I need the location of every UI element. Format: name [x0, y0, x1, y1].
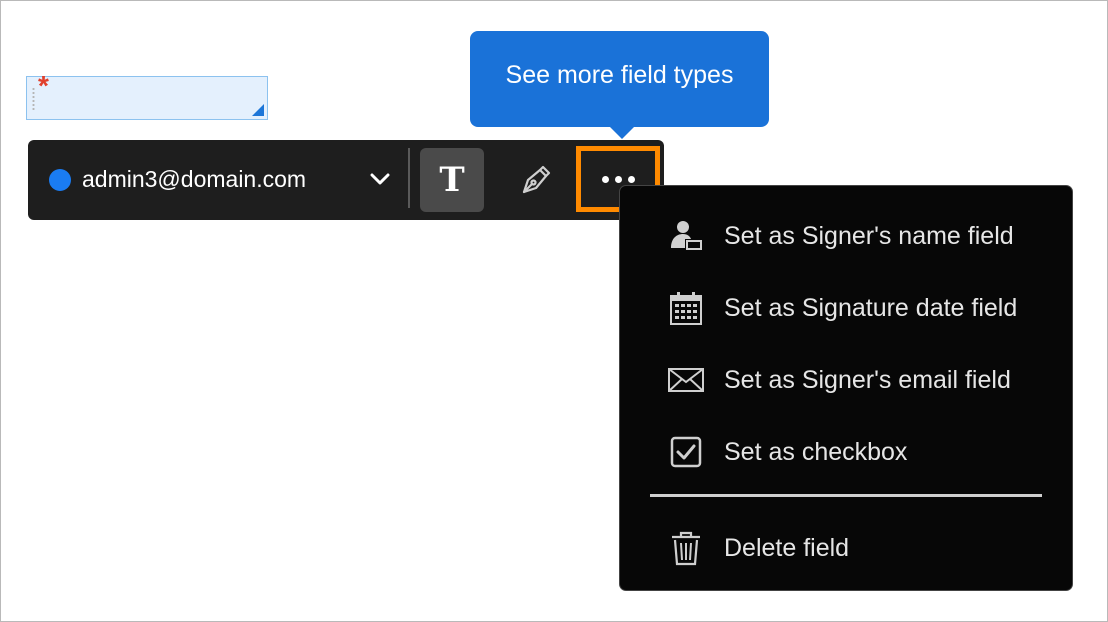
- menu-item-checkbox[interactable]: Set as checkbox: [620, 422, 1072, 482]
- resize-handle[interactable]: [252, 104, 264, 116]
- pen-nib-icon: [522, 165, 551, 194]
- chevron-down-icon: [370, 173, 390, 185]
- ellipsis-icon: [601, 175, 635, 183]
- required-marker: *: [38, 70, 49, 101]
- assignee-color-dot: [49, 169, 71, 191]
- menu-item-delete-field[interactable]: Delete field: [620, 518, 1072, 578]
- field-toolbar: admin3@domain.com T: [28, 140, 664, 220]
- assignee-email: admin3@domain.com: [82, 166, 307, 192]
- signer-name-icon: [671, 221, 702, 250]
- calendar-icon: [670, 292, 702, 325]
- checkbox-icon: [670, 436, 702, 468]
- menu-item-signature-date[interactable]: Set as Signature date field: [620, 278, 1072, 338]
- menu-item-label: Set as Signer's email field: [724, 366, 1011, 394]
- signature-field-button[interactable]: [504, 148, 568, 212]
- toolbar-divider: [408, 148, 410, 208]
- menu-item-signer-name[interactable]: Set as Signer's name field: [620, 206, 1072, 266]
- menu-item-label: Set as Signature date field: [724, 294, 1018, 322]
- text-form-field[interactable]: *: [26, 72, 268, 120]
- menu-item-label: Delete field: [724, 534, 850, 562]
- drag-handle[interactable]: [32, 87, 35, 111]
- text-icon: T: [439, 160, 465, 200]
- assignee-dropdown[interactable]: admin3@domain.com: [28, 140, 408, 220]
- trash-icon: [672, 531, 700, 566]
- tooltip-arrow: [610, 127, 634, 139]
- tooltip-text: See more field types: [505, 61, 734, 89]
- text-field-button[interactable]: T: [420, 148, 484, 212]
- tooltip: See more field types: [470, 31, 769, 139]
- menu-item-label: Set as checkbox: [724, 438, 908, 466]
- menu-item-signer-email[interactable]: Set as Signer's email field: [620, 350, 1072, 410]
- menu-item-label: Set as Signer's name field: [724, 222, 1014, 250]
- field-type-menu: Set as Signer's name field Set as Signat…: [619, 185, 1073, 591]
- menu-divider: [650, 494, 1042, 497]
- envelope-icon: [668, 368, 704, 392]
